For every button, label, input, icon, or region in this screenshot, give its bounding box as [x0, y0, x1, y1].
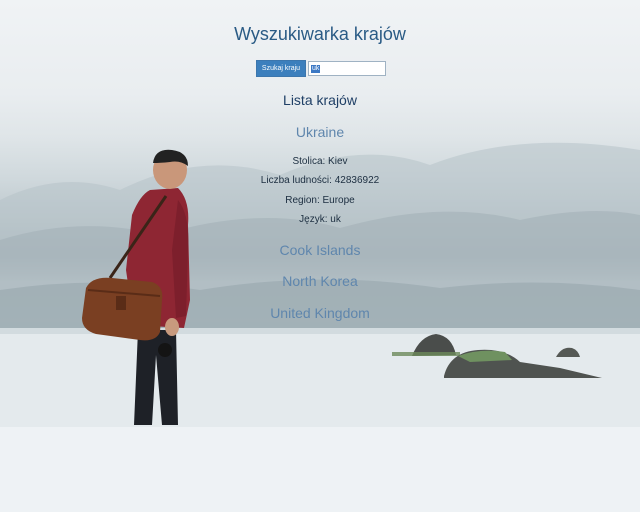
list-title: Lista krajów [283, 92, 357, 108]
country-link-ukraine[interactable]: Ukraine [0, 124, 640, 140]
page-title: Wyszukiwarka krajów [234, 24, 406, 44]
search-bar: Szukaj kraju uk [256, 60, 386, 77]
country-link-united-kingdom[interactable]: United Kingdom [0, 305, 640, 321]
country-link-cook-islands[interactable]: Cook Islands [0, 242, 640, 258]
page-footer-area [0, 427, 640, 512]
country-link-north-korea[interactable]: North Korea [0, 273, 640, 289]
search-button[interactable]: Szukaj kraju [256, 60, 306, 77]
country-region: Region: Europe [285, 195, 355, 206]
country-language: Język: uk [299, 214, 341, 225]
country-capital: Stolica: Kiev [292, 156, 348, 167]
search-input-selected-text: uk [311, 65, 321, 73]
country-population: Liczba ludności: 42836922 [260, 175, 380, 186]
